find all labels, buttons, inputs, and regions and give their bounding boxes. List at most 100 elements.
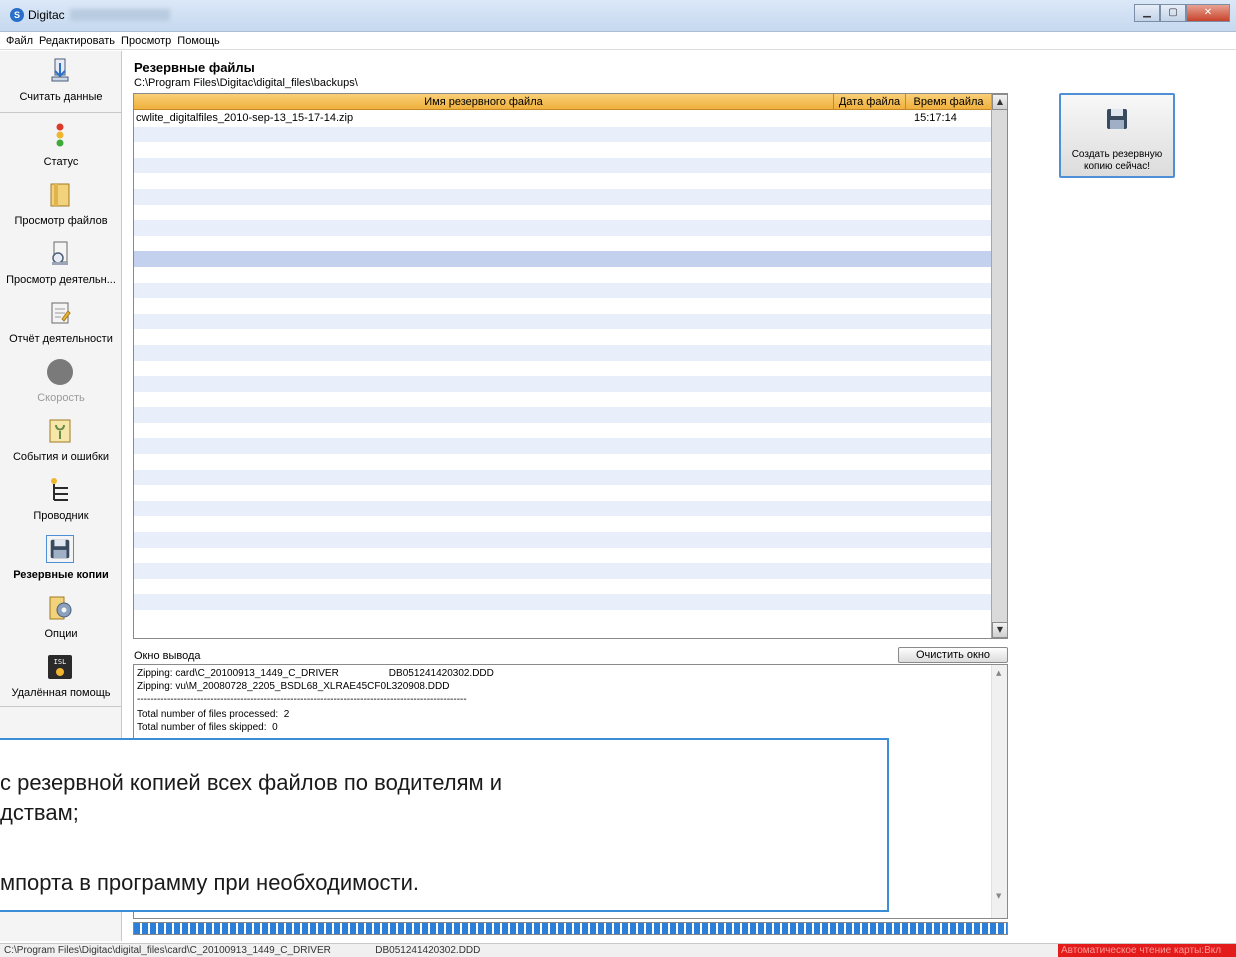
- cell-file-time: [906, 470, 991, 486]
- cell-file-time: [906, 127, 991, 143]
- menu-edit[interactable]: Редактировать: [39, 35, 115, 47]
- table-row[interactable]: [134, 298, 991, 314]
- sidebar-item-read-data[interactable]: Считать данные: [0, 51, 122, 113]
- output-line: Total number of files skipped: 0: [137, 722, 278, 733]
- cell-file-date: [834, 298, 906, 314]
- cell-file-time: [906, 361, 991, 377]
- table-row[interactable]: [134, 438, 991, 455]
- table-row[interactable]: [134, 173, 991, 189]
- table-row[interactable]: [134, 594, 991, 610]
- output-line: ----------------------------------------…: [137, 694, 467, 705]
- table-row[interactable]: [134, 516, 991, 533]
- column-header-time[interactable]: Время файла: [906, 94, 991, 110]
- sidebar-item-view-activity[interactable]: Просмотр деятельн...: [0, 234, 122, 293]
- cell-file-time: [906, 594, 991, 610]
- cell-file-date: [834, 205, 906, 221]
- sidebar-item-status[interactable]: Статус: [0, 116, 122, 175]
- table-row[interactable]: [134, 204, 991, 221]
- table-row[interactable]: [134, 188, 991, 205]
- tree-icon: [51, 478, 68, 501]
- cell-file-time: [906, 283, 991, 299]
- cell-file-time: [906, 454, 991, 470]
- table-row[interactable]: [134, 500, 991, 517]
- sidebar-item-view-files[interactable]: Просмотр файлов: [0, 175, 122, 234]
- floppy-icon: [1107, 109, 1127, 129]
- cell-file-time: [906, 267, 991, 283]
- menu-file[interactable]: Файл: [6, 35, 33, 47]
- cell-file-name: [134, 189, 834, 205]
- table-row[interactable]: [134, 235, 991, 252]
- table-row[interactable]: [134, 454, 991, 470]
- gear-folder-icon: [49, 596, 72, 620]
- table-row[interactable]: [134, 266, 991, 283]
- table-row[interactable]: [134, 126, 991, 143]
- output-label: Окно вывода: [134, 650, 201, 662]
- table-row[interactable]: [134, 563, 991, 579]
- minimize-button[interactable]: ▁: [1134, 4, 1160, 22]
- table-row[interactable]: [134, 422, 991, 439]
- cell-file-time: [906, 251, 991, 267]
- scroll-down-arrow[interactable]: ▼: [992, 622, 1007, 638]
- sidebar-item-speed[interactable]: Скорость: [0, 352, 122, 411]
- table-row[interactable]: [134, 282, 991, 299]
- scroll-up-arrow[interactable]: ▲: [992, 94, 1007, 110]
- table-row[interactable]: [134, 220, 991, 236]
- cell-file-date: [834, 485, 906, 501]
- sidebar-item-explorer[interactable]: Проводник: [0, 470, 122, 529]
- table-row[interactable]: [134, 142, 991, 158]
- close-button[interactable]: ✕: [1186, 4, 1230, 22]
- table-row[interactable]: [134, 407, 991, 423]
- table-row[interactable]: [134, 376, 991, 392]
- cell-file-name: [134, 594, 834, 610]
- create-backup-button[interactable]: Создать резервную копию сейчас!: [1059, 93, 1175, 178]
- cell-file-time: [906, 407, 991, 423]
- cell-file-time: 15:17:14: [914, 112, 957, 124]
- output-scrollbar[interactable]: ▲ ▼: [991, 665, 1007, 918]
- cell-file-name: [134, 516, 834, 532]
- sidebar-item-options[interactable]: Опции: [0, 588, 122, 647]
- clear-output-button[interactable]: Очистить окно: [898, 647, 1008, 663]
- cell-file-name: [134, 142, 834, 158]
- table-row[interactable]: cwlite_digitalfiles_2010-sep-13_15-17-14…: [134, 111, 991, 127]
- column-header-date[interactable]: Дата файла: [834, 94, 906, 110]
- window-controls: ▁ ▢ ✕: [1134, 4, 1230, 22]
- cell-file-name: [134, 314, 834, 330]
- table-row[interactable]: [134, 578, 991, 595]
- scroll-down-arrow[interactable]: ▼: [996, 892, 1001, 900]
- table-row[interactable]: [134, 313, 991, 330]
- table-row[interactable]: [134, 547, 991, 564]
- table-row[interactable]: [134, 251, 991, 267]
- menu-help[interactable]: Помощь: [177, 35, 220, 47]
- sidebar-item-activity-report[interactable]: Отчёт деятельности: [0, 293, 122, 352]
- table-row[interactable]: [134, 532, 991, 548]
- cell-file-time: [906, 220, 991, 236]
- table-row[interactable]: [134, 157, 991, 174]
- sidebar-item-backups[interactable]: Резервные копии: [0, 529, 122, 588]
- cell-file-date: [834, 516, 906, 532]
- cell-file-time: [906, 189, 991, 205]
- sidebar-item-events[interactable]: События и ошибки: [0, 411, 122, 470]
- table-scrollbar[interactable]: ▲ ▼: [991, 94, 1007, 638]
- cell-file-date: [834, 329, 906, 345]
- table-row[interactable]: [134, 391, 991, 408]
- table-row[interactable]: [134, 485, 991, 501]
- cell-file-date: [834, 423, 906, 439]
- cell-file-time: [906, 329, 991, 345]
- events-icon: [49, 419, 71, 443]
- cell-file-time: [906, 158, 991, 174]
- column-header-name[interactable]: Имя резервного файла: [134, 94, 834, 110]
- document-magnifier-icon: [52, 241, 68, 265]
- cell-file-time: [906, 392, 991, 408]
- cell-file-name: [134, 501, 834, 517]
- table-row[interactable]: [134, 360, 991, 377]
- table-row[interactable]: [134, 344, 991, 361]
- cell-file-time: [906, 298, 991, 314]
- scroll-up-arrow[interactable]: ▲: [996, 669, 1001, 677]
- table-row[interactable]: [134, 469, 991, 486]
- sidebar-item-remote-help[interactable]: ISL Удалённая помощь: [0, 647, 122, 707]
- menu-view[interactable]: Просмотр: [121, 35, 171, 47]
- table-row[interactable]: [134, 329, 991, 345]
- sidebar-divider: [0, 706, 122, 707]
- table-row[interactable]: [134, 610, 991, 626]
- maximize-button[interactable]: ▢: [1160, 4, 1186, 22]
